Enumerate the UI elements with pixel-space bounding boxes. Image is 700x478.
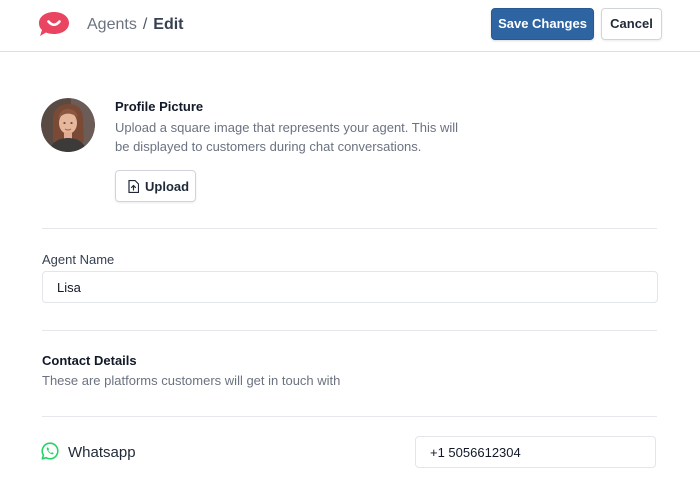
chat-bubble-smile-icon[interactable] — [38, 11, 70, 37]
cancel-button[interactable]: Cancel — [601, 8, 662, 40]
profile-picture-title: Profile Picture — [115, 99, 204, 114]
section-divider — [42, 228, 657, 229]
breadcrumb-current-page: Edit — [153, 16, 184, 33]
whatsapp-number-input[interactable] — [415, 436, 656, 468]
section-divider — [42, 330, 657, 331]
agent-name-label: Agent Name — [42, 252, 115, 267]
upload-button-label: Upload — [145, 179, 190, 194]
profile-picture-description: Upload a square image that represents yo… — [115, 120, 459, 154]
contact-details-description: These are platforms customers will get i… — [42, 373, 341, 388]
contact-details-title: Contact Details — [42, 353, 137, 368]
top-bar: Agents / Edit Save Changes Cancel — [0, 0, 700, 52]
upload-button[interactable]: Upload — [115, 170, 196, 202]
section-divider — [42, 416, 657, 417]
agent-avatar — [41, 98, 95, 152]
whatsapp-icon — [41, 442, 59, 460]
agent-name-input[interactable] — [42, 271, 658, 303]
breadcrumb: Agents / Edit — [87, 15, 183, 35]
breadcrumb-agents-link[interactable]: Agents — [87, 16, 137, 33]
file-upload-icon — [128, 180, 139, 193]
save-changes-button[interactable]: Save Changes — [491, 8, 594, 40]
agent-avatar-photo — [41, 98, 95, 152]
whatsapp-label: Whatsapp — [68, 444, 136, 461]
breadcrumb-separator: / — [142, 16, 148, 33]
